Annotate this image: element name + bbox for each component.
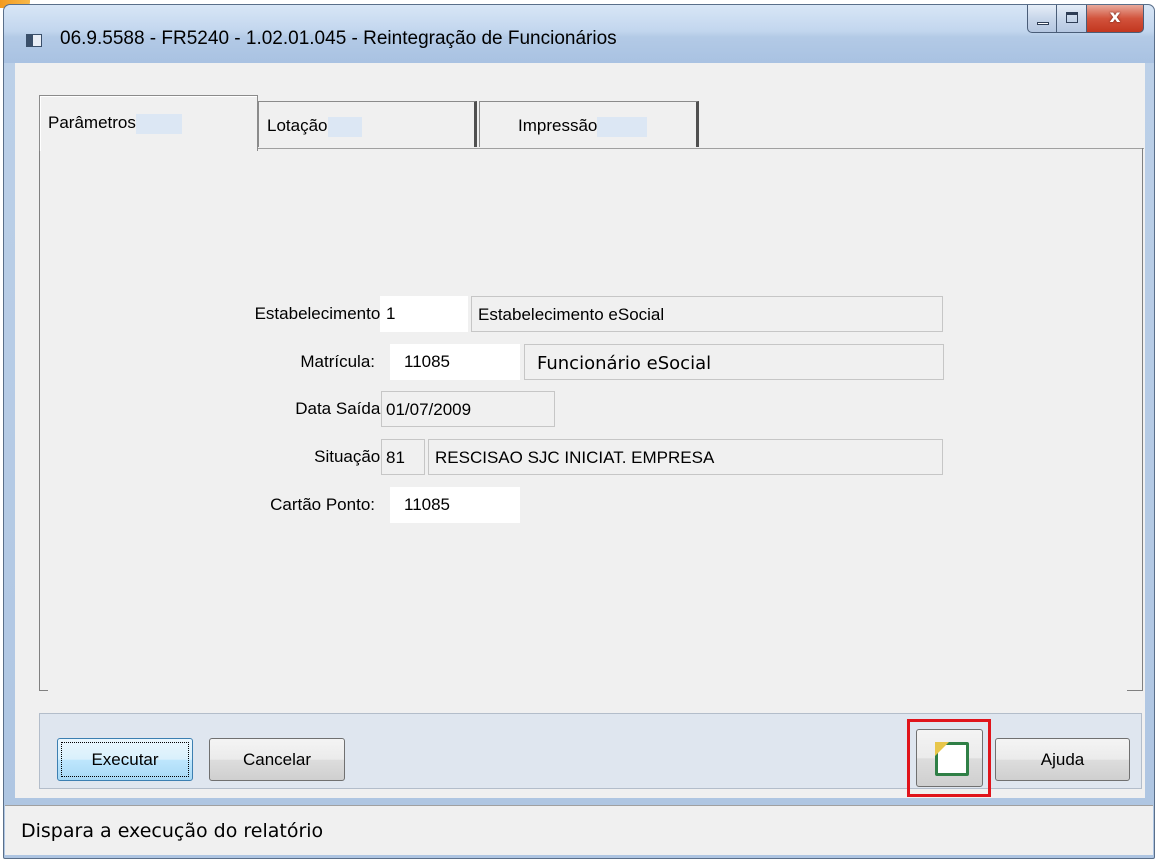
ajuda-button[interactable]: Ajuda xyxy=(995,738,1130,781)
cartao-ponto-label: Cartão Ponto: xyxy=(270,495,375,514)
client-area: Parâmetros Lotação Impressão Estabelecim… xyxy=(15,63,1145,798)
tab-panel-parametros xyxy=(39,148,1144,690)
data-saida-label: Data Saída: xyxy=(295,399,385,418)
data-saida-field: 01/07/2009 xyxy=(381,391,555,427)
matricula-description: Funcionário eSocial xyxy=(524,344,944,380)
maximize-icon xyxy=(1066,12,1078,23)
close-icon: x xyxy=(1109,7,1121,27)
window-controls: x xyxy=(1027,5,1144,33)
highlight-box xyxy=(907,719,991,797)
minimize-button[interactable] xyxy=(1027,5,1057,33)
close-button[interactable]: x xyxy=(1087,5,1144,33)
executar-button-label: Executar xyxy=(61,742,189,777)
tab-impressao-label: Impressão xyxy=(518,116,598,135)
situacao-label: Situação: xyxy=(314,447,385,466)
cancelar-button[interactable]: Cancelar xyxy=(209,738,345,781)
maximize-button[interactable] xyxy=(1057,5,1087,33)
tab-parametros[interactable]: Parâmetros xyxy=(39,95,258,151)
panel-border-left xyxy=(39,148,48,691)
status-text: Dispara a execução do relatório xyxy=(21,820,324,842)
situacao-code-field: 81 xyxy=(381,439,425,475)
window-title: 06.9.5588 - FR5240 - 1.02.01.045 - Reint… xyxy=(60,28,617,49)
matricula-input[interactable]: 11085 xyxy=(390,344,520,380)
executar-button[interactable]: Executar xyxy=(57,738,193,781)
estabelecimento-description: Estabelecimento eSocial xyxy=(471,296,943,332)
tab-impressao[interactable]: Impressão xyxy=(479,101,699,147)
title-bar[interactable]: 06.9.5588 - FR5240 - 1.02.01.045 - Reint… xyxy=(4,5,1154,63)
minimize-icon xyxy=(1037,22,1049,25)
panel-border-right xyxy=(1127,148,1143,691)
estabelecimento-label: Estabelecimento: xyxy=(254,304,385,323)
situacao-description: RESCISAO SJC INICIAT. EMPRESA xyxy=(428,439,943,475)
status-bar: Dispara a execução do relatório xyxy=(5,805,1153,855)
ajuda-button-label: Ajuda xyxy=(1040,750,1085,769)
matricula-label: Matrícula: xyxy=(300,352,375,371)
tab-lotacao-label: Lotação xyxy=(267,116,328,135)
tab-lotacao[interactable]: Lotação xyxy=(258,101,477,147)
cartao-ponto-input[interactable]: 11085 xyxy=(390,487,520,523)
app-window-icon xyxy=(26,34,42,47)
cancelar-button-label: Cancelar xyxy=(242,750,312,769)
estabelecimento-code-input[interactable]: 1 xyxy=(380,296,468,332)
main-window: 06.9.5588 - FR5240 - 1.02.01.045 - Reint… xyxy=(3,4,1155,859)
tab-parametros-label: Parâmetros xyxy=(48,113,136,132)
